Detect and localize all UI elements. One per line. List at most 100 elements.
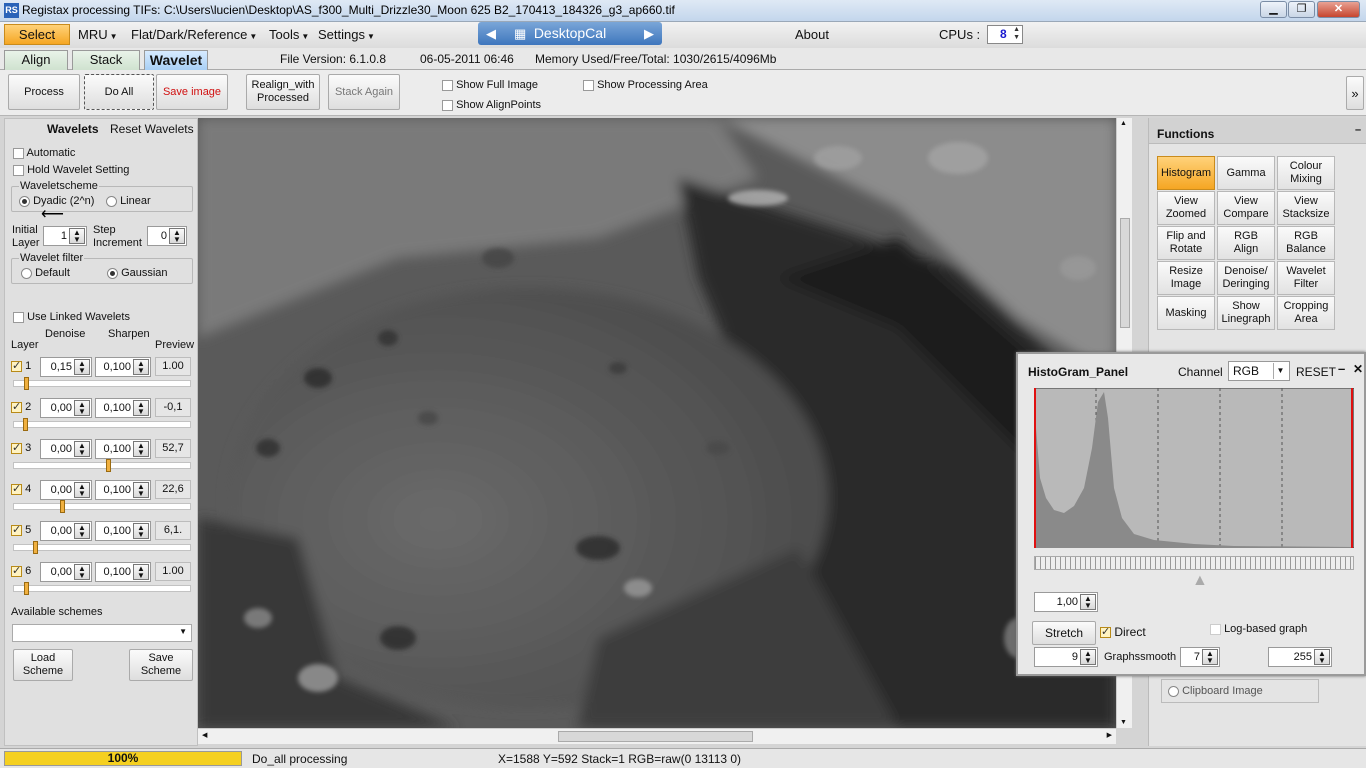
layer-checkbox[interactable] <box>11 441 22 454</box>
image-viewport[interactable] <box>198 118 1116 728</box>
layer-slider[interactable] <box>13 500 191 513</box>
default-radio[interactable] <box>21 267 32 279</box>
spin-arrows-icon[interactable]: ▲ ▼ <box>133 441 149 457</box>
close-button[interactable]: ✕ <box>1317 1 1360 18</box>
show-alignpoints-checkbox[interactable] <box>442 99 453 111</box>
scroll-left-icon[interactable]: ◀ <box>202 731 207 739</box>
linear-radio[interactable] <box>106 195 117 207</box>
menu-mru[interactable]: MRU ▼ <box>78 27 118 42</box>
linear-option[interactable]: Linear <box>106 195 151 207</box>
denoise-spinner[interactable]: 0,15 ▲ ▼ <box>40 357 92 377</box>
sharpen-spinner[interactable]: 0,100 ▲ ▼ <box>95 398 151 418</box>
spin-arrows-icon[interactable]: ▲ ▼ <box>69 228 85 244</box>
layer-checkbox[interactable] <box>11 564 22 577</box>
select-button[interactable]: Select <box>4 24 70 45</box>
show-full-image-checkbox[interactable] <box>442 79 453 91</box>
realign-processed-button[interactable]: Realign_with Processed <box>246 74 320 110</box>
arrow-left-icon[interactable]: ◀ <box>486 22 496 45</box>
function-button[interactable]: Flip and Rotate <box>1157 226 1215 260</box>
gamma-marker-icon[interactable]: ▲ <box>1192 572 1208 590</box>
spin-arrows-icon[interactable]: ▲ ▼ <box>133 359 149 375</box>
vertical-scroll-thumb[interactable] <box>1120 218 1130 328</box>
hold-wavelet-checkbox[interactable] <box>13 164 24 176</box>
function-button[interactable]: Masking <box>1157 296 1215 330</box>
layer-enable[interactable]: 1 <box>11 359 31 372</box>
log-based-graph-checkbox[interactable] <box>1210 623 1221 635</box>
desktopcal-overlay[interactable]: ◀ ▦ DesktopCal ▶ <box>478 22 662 45</box>
direct-checkbox[interactable] <box>1100 625 1111 639</box>
menu-flat-dark-reference[interactable]: Flat/Dark/Reference ▼ <box>131 27 257 42</box>
function-button[interactable]: View Stacksize <box>1277 191 1335 225</box>
available-schemes-dropdown[interactable]: ▼ <box>12 624 192 642</box>
function-button[interactable]: Cropping Area <box>1277 296 1335 330</box>
show-full-image-option[interactable]: Show Full Image <box>442 79 538 91</box>
layer-enable[interactable]: 6 <box>11 564 31 577</box>
spin-arrows-icon[interactable]: ▲ ▼ <box>74 400 90 416</box>
spin-arrows-icon[interactable]: ▲ ▼ <box>74 482 90 498</box>
spin-arrows-icon[interactable]: ▲ ▼ <box>74 359 90 375</box>
reset-wavelets-button[interactable]: Reset Wavelets <box>110 122 194 136</box>
spin-arrows-icon[interactable]: ▲ ▼ <box>1013 26 1020 42</box>
layer-slider-thumb[interactable] <box>24 582 29 595</box>
high-value-spinner[interactable]: 255 ▲ ▼ <box>1268 647 1332 667</box>
automatic-checkbox[interactable] <box>13 147 24 159</box>
denoise-spinner[interactable]: 0,00 ▲ ▼ <box>40 439 92 459</box>
minimize-icon[interactable]: – <box>1338 361 1345 376</box>
clipboard-image-radio[interactable] <box>1168 685 1179 697</box>
layer-slider-thumb[interactable] <box>23 418 28 431</box>
function-button[interactable]: RGB Balance <box>1277 226 1335 260</box>
collapse-icon[interactable]: – <box>1355 124 1361 136</box>
default-option[interactable]: Default <box>21 267 70 279</box>
gaussian-radio[interactable] <box>107 267 118 279</box>
layer-checkbox[interactable] <box>11 523 22 536</box>
layer-slider[interactable] <box>13 377 191 390</box>
layer-slider[interactable] <box>13 459 191 472</box>
maximize-button[interactable]: ❐ <box>1288 1 1315 18</box>
hold-wavelet-option[interactable]: Hold Wavelet Setting <box>13 164 129 176</box>
layer-slider-thumb[interactable] <box>33 541 38 554</box>
sharpen-spinner[interactable]: 0,100 ▲ ▼ <box>95 357 151 377</box>
spin-arrows-icon[interactable]: ▲ ▼ <box>133 400 149 416</box>
layer-slider-thumb[interactable] <box>60 500 65 513</box>
layer-enable[interactable]: 3 <box>11 441 31 454</box>
stretch-button[interactable]: Stretch <box>1032 621 1096 645</box>
scroll-down-icon[interactable]: ▼ <box>1120 719 1127 726</box>
menu-tools[interactable]: Tools ▼ <box>269 27 309 42</box>
channel-dropdown[interactable]: RGB ▼ <box>1228 361 1290 381</box>
tab-wavelet[interactable]: Wavelet <box>144 50 208 70</box>
save-image-button[interactable]: Save image <box>156 74 228 110</box>
arrow-right-icon[interactable]: ▶ <box>644 22 654 45</box>
spin-arrows-icon[interactable]: ▲ ▼ <box>74 441 90 457</box>
function-button[interactable]: Gamma <box>1217 156 1275 190</box>
show-processing-area-option[interactable]: Show Processing Area <box>583 79 708 91</box>
sharpen-spinner[interactable]: 0,100 ▲ ▼ <box>95 480 151 500</box>
spin-arrows-icon[interactable]: ▲ ▼ <box>133 482 149 498</box>
dyadic-radio[interactable] <box>19 195 30 207</box>
spin-arrows-icon[interactable]: ▲ ▼ <box>1202 649 1218 665</box>
show-alignpoints-option[interactable]: Show AlignPoints <box>442 99 541 111</box>
sharpen-spinner[interactable]: 0,100 ▲ ▼ <box>95 562 151 582</box>
layer-slider[interactable] <box>13 582 191 595</box>
spin-arrows-icon[interactable]: ▲ ▼ <box>169 228 185 244</box>
function-button[interactable]: Resize Image <box>1157 261 1215 295</box>
use-linked-wavelets-option[interactable]: Use Linked Wavelets <box>13 311 130 323</box>
function-button[interactable]: RGB Align <box>1217 226 1275 260</box>
histogram-graph[interactable] <box>1034 388 1354 548</box>
layer-checkbox[interactable] <box>11 482 22 495</box>
save-scheme-button[interactable]: Save Scheme <box>129 649 193 681</box>
function-button[interactable]: View Compare <box>1217 191 1275 225</box>
use-linked-wavelets-checkbox[interactable] <box>13 311 24 323</box>
scroll-up-icon[interactable]: ▲ <box>1120 120 1127 127</box>
tab-stack[interactable]: Stack <box>72 50 140 70</box>
layer-checkbox[interactable] <box>11 400 22 413</box>
show-processing-area-checkbox[interactable] <box>583 79 594 91</box>
function-button[interactable]: Show Linegraph <box>1217 296 1275 330</box>
layer-enable[interactable]: 2 <box>11 400 31 413</box>
direct-option[interactable]: Direct <box>1100 625 1146 639</box>
horizontal-scrollbar[interactable]: ◀ ▶ <box>198 728 1116 744</box>
load-scheme-button[interactable]: Load Scheme <box>13 649 73 681</box>
do-all-button[interactable]: Do All <box>84 74 154 110</box>
clipboard-image-option[interactable]: Clipboard Image <box>1161 679 1319 703</box>
log-based-graph-option[interactable]: Log-based graph <box>1210 623 1307 635</box>
spin-arrows-icon[interactable]: ▲ ▼ <box>1080 649 1096 665</box>
